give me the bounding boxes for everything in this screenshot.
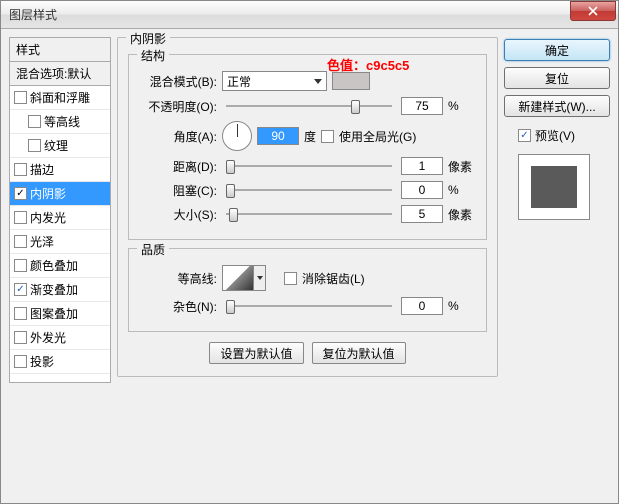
- style-checkbox[interactable]: [14, 283, 27, 296]
- structure-group: 结构 混合模式(B): 正常 不透明度(O): 75 % 角度(A):: [128, 54, 487, 240]
- styles-panel: 样式 混合选项:默认 斜面和浮雕等高线纹理描边内阴影内发光光泽颜色叠加渐变叠加图…: [9, 37, 111, 495]
- close-icon: [588, 6, 598, 16]
- style-checkbox[interactable]: [14, 163, 27, 176]
- style-item-1[interactable]: 等高线: [10, 110, 110, 134]
- contour-dropdown[interactable]: [254, 265, 266, 291]
- distance-label: 距离(D):: [139, 158, 217, 175]
- global-light-label: 使用全局光(G): [339, 128, 416, 145]
- noise-unit: %: [448, 299, 476, 313]
- angle-input[interactable]: 90: [257, 127, 299, 145]
- style-item-5[interactable]: 内发光: [10, 206, 110, 230]
- reset-default-button[interactable]: 复位为默认值: [312, 342, 406, 364]
- style-label: 内发光: [30, 209, 66, 226]
- structure-title: 结构: [137, 47, 169, 64]
- distance-unit: 像素: [448, 158, 476, 175]
- quality-group: 品质 等高线: 消除锯齿(L) 杂色(N):: [128, 248, 487, 332]
- style-label: 光泽: [30, 233, 54, 250]
- inner-shadow-fieldset: 内阴影 结构 混合模式(B): 正常 不透明度(O): 75 %: [117, 37, 498, 377]
- opacity-slider[interactable]: [226, 97, 392, 115]
- style-checkbox[interactable]: [14, 91, 27, 104]
- blending-options-row[interactable]: 混合选项:默认: [10, 62, 110, 86]
- make-default-button[interactable]: 设置为默认值: [209, 342, 303, 364]
- preview-swatch: [531, 166, 577, 208]
- style-item-7[interactable]: 颜色叠加: [10, 254, 110, 278]
- blend-mode-label: 混合模式(B):: [139, 73, 217, 90]
- antialias-label: 消除锯齿(L): [302, 270, 365, 287]
- style-label: 描边: [30, 161, 54, 178]
- style-item-10[interactable]: 外发光: [10, 326, 110, 350]
- settings-panel: 色值：c9c5c5 内阴影 结构 混合模式(B): 正常 不透明度(O): 75…: [117, 37, 498, 495]
- close-button[interactable]: [570, 1, 616, 21]
- ok-button[interactable]: 确定: [504, 39, 610, 61]
- preview-label: 预览(V): [535, 127, 575, 144]
- window-title: 图层样式: [9, 6, 570, 23]
- style-checkbox[interactable]: [14, 259, 27, 272]
- size-label: 大小(S):: [139, 206, 217, 223]
- style-item-9[interactable]: 图案叠加: [10, 302, 110, 326]
- style-label: 纹理: [44, 137, 68, 154]
- layer-style-dialog: 图层样式 样式 混合选项:默认 斜面和浮雕等高线纹理描边内阴影内发光光泽颜色叠加…: [0, 0, 619, 504]
- style-item-0[interactable]: 斜面和浮雕: [10, 86, 110, 110]
- distance-input[interactable]: 1: [401, 157, 443, 175]
- style-checkbox[interactable]: [28, 115, 41, 128]
- style-item-3[interactable]: 描边: [10, 158, 110, 182]
- style-item-4[interactable]: 内阴影: [10, 182, 110, 206]
- color-swatch[interactable]: [332, 72, 370, 90]
- choke-input[interactable]: 0: [401, 181, 443, 199]
- style-item-8[interactable]: 渐变叠加: [10, 278, 110, 302]
- size-input[interactable]: 5: [401, 205, 443, 223]
- style-checkbox[interactable]: [14, 331, 27, 344]
- preview-checkbox[interactable]: [518, 129, 531, 142]
- choke-slider[interactable]: [226, 181, 392, 199]
- style-label: 投影: [30, 353, 54, 370]
- size-slider[interactable]: [226, 205, 392, 223]
- blend-mode-combo[interactable]: 正常: [222, 71, 327, 91]
- antialias-checkbox[interactable]: [284, 272, 297, 285]
- angle-dial[interactable]: [222, 121, 252, 151]
- distance-slider[interactable]: [226, 157, 392, 175]
- styles-list: 混合选项:默认 斜面和浮雕等高线纹理描边内阴影内发光光泽颜色叠加渐变叠加图案叠加…: [9, 61, 111, 383]
- noise-input[interactable]: 0: [401, 297, 443, 315]
- cancel-button[interactable]: 复位: [504, 67, 610, 89]
- style-checkbox[interactable]: [14, 307, 27, 320]
- style-checkbox[interactable]: [28, 139, 41, 152]
- style-checkbox[interactable]: [14, 187, 27, 200]
- contour-label: 等高线:: [139, 270, 217, 287]
- choke-label: 阻塞(C):: [139, 182, 217, 199]
- style-checkbox[interactable]: [14, 211, 27, 224]
- panel-title: 内阴影: [126, 30, 170, 47]
- angle-unit: 度: [304, 128, 316, 145]
- titlebar: 图层样式: [1, 1, 618, 29]
- choke-unit: %: [448, 183, 476, 197]
- global-light-checkbox[interactable]: [321, 130, 334, 143]
- style-checkbox[interactable]: [14, 235, 27, 248]
- style-label: 渐变叠加: [30, 281, 78, 298]
- style-label: 斜面和浮雕: [30, 89, 90, 106]
- style-item-11[interactable]: 投影: [10, 350, 110, 374]
- style-label: 外发光: [30, 329, 66, 346]
- contour-picker[interactable]: [222, 265, 254, 291]
- style-label: 图案叠加: [30, 305, 78, 322]
- styles-header: 样式: [9, 37, 111, 61]
- opacity-label: 不透明度(O):: [139, 98, 217, 115]
- noise-label: 杂色(N):: [139, 298, 217, 315]
- style-label: 内阴影: [30, 185, 66, 202]
- quality-title: 品质: [137, 241, 169, 258]
- angle-label: 角度(A):: [139, 128, 217, 145]
- preview-box: [518, 154, 590, 220]
- noise-slider[interactable]: [226, 297, 392, 315]
- opacity-unit: %: [448, 99, 476, 113]
- action-panel: 确定 复位 新建样式(W)... 预览(V): [504, 37, 610, 495]
- style-label: 等高线: [44, 113, 80, 130]
- style-label: 颜色叠加: [30, 257, 78, 274]
- new-style-button[interactable]: 新建样式(W)...: [504, 95, 610, 117]
- style-checkbox[interactable]: [14, 355, 27, 368]
- opacity-input[interactable]: 75: [401, 97, 443, 115]
- style-item-2[interactable]: 纹理: [10, 134, 110, 158]
- size-unit: 像素: [448, 206, 476, 223]
- style-item-6[interactable]: 光泽: [10, 230, 110, 254]
